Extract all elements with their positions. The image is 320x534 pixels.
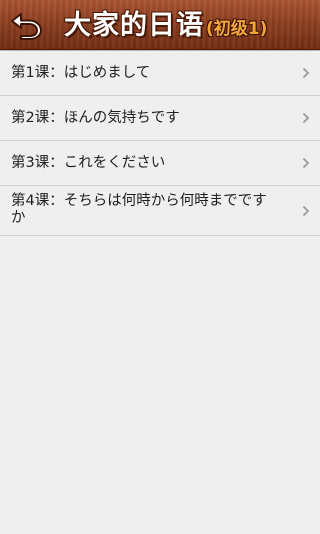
lesson-item-1[interactable]: 第1课：はじめまして (0, 51, 320, 96)
lesson-item-3[interactable]: 第3课：これをください (0, 141, 320, 186)
lesson-item-2[interactable]: 第2课：ほんの気持ちです (0, 96, 320, 141)
lesson-label: 第4课：そちらは何時から何時までですか (11, 193, 267, 226)
lesson-list: 第1课：はじめまして 第2课：ほんの気持ちです 第3课：これをください 第4课：… (0, 51, 320, 236)
chevron-right-icon (302, 157, 310, 169)
page-title: 大家的日语 (初级1) (64, 8, 267, 44)
lesson-label: 第1课：はじめまして (11, 65, 151, 81)
chevron-right-icon (302, 67, 310, 79)
back-button[interactable] (6, 7, 46, 43)
title-main: 大家的日语 (64, 10, 204, 41)
back-arrow-icon (11, 13, 42, 40)
chevron-right-icon (302, 112, 310, 124)
lesson-label: 第3课：これをください (11, 155, 166, 171)
title-subtitle: (初级1) (206, 19, 268, 39)
chevron-right-icon (302, 205, 310, 216)
nav-bar: 大家的日语 (初级1) (0, 0, 320, 50)
lesson-label: 第2课：ほんの気持ちです (11, 110, 180, 126)
lesson-item-4[interactable]: 第4课：そちらは何時から何時までですか (0, 186, 320, 236)
